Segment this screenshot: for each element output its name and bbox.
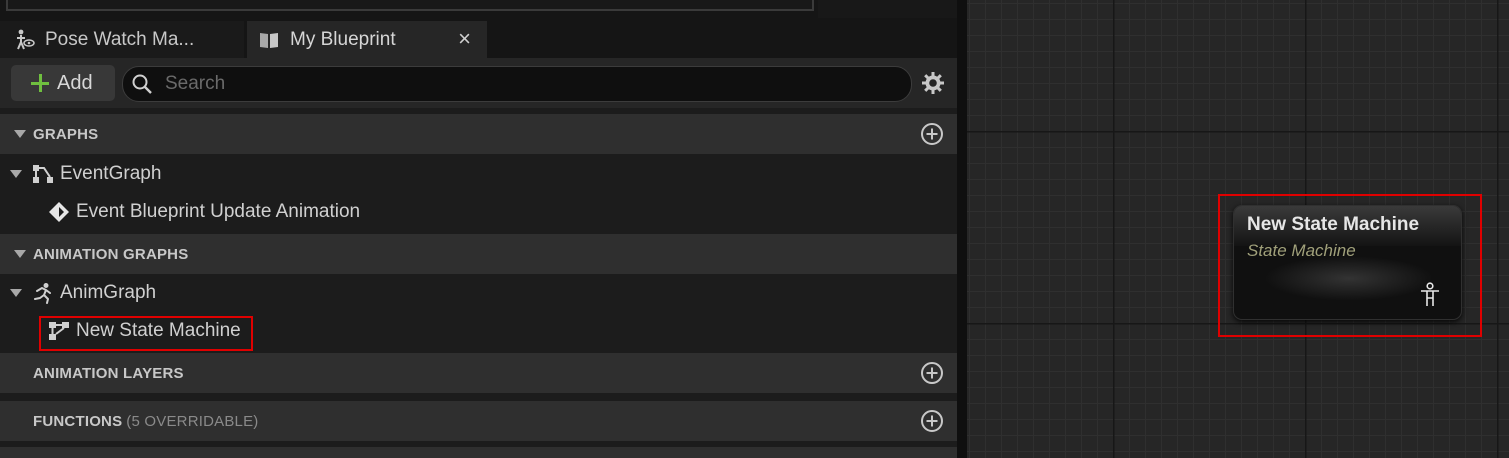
section-functions-suffix: (5 OVERRIDABLE) [126, 412, 259, 430]
highlight-box-tree-item [39, 316, 253, 351]
event-diamond-icon [48, 201, 70, 223]
section-animation-layers-title: ANIMATION LAYERS [33, 364, 184, 382]
tree-item-event-update-label: Event Blueprint Update Animation [76, 201, 361, 222]
search-icon [131, 73, 153, 95]
section-animation-layers[interactable]: ANIMATION LAYERS [0, 353, 957, 393]
my-blueprint-panel: Pose Watch Ma... My Blueprint × Add Sear… [0, 0, 957, 458]
running-figure-icon [32, 282, 54, 304]
expand-caret-icon [10, 289, 22, 297]
add-button[interactable]: Add [11, 65, 115, 101]
toolbar: Add [0, 58, 957, 108]
pose-watch-icon [12, 28, 36, 52]
section-graphs-title: GRAPHS [33, 125, 99, 143]
tab-my-blueprint-label: My Blueprint [290, 28, 396, 50]
gear-icon[interactable] [920, 70, 946, 96]
section-graphs[interactable]: GRAPHS [0, 114, 957, 154]
plus-icon [31, 74, 49, 92]
panel-divider[interactable] [957, 0, 967, 458]
add-graph-icon[interactable] [920, 122, 944, 146]
section-functions-title: FUNCTIONS [33, 412, 123, 430]
top-strip [0, 0, 957, 18]
close-icon[interactable]: × [458, 28, 471, 50]
highlight-box-graph-node [1218, 194, 1482, 337]
section-animation-graphs-title: ANIMATION GRAPHS [33, 245, 189, 263]
search-box [122, 66, 912, 102]
book-icon [257, 28, 281, 52]
add-button-label: Add [57, 71, 93, 94]
collapse-caret-icon [14, 250, 26, 258]
upper-panel-edge [6, 0, 814, 11]
tree-item-eventgraph-label: EventGraph [60, 163, 162, 184]
tree-item-eventgraph[interactable]: EventGraph [0, 155, 957, 193]
section-functions[interactable]: FUNCTIONS (5 OVERRIDABLE) [0, 401, 957, 441]
tab-my-blueprint[interactable]: My Blueprint × [247, 21, 487, 58]
search-input[interactable] [163, 72, 867, 96]
add-layer-icon[interactable] [920, 361, 944, 385]
upper-panel-corner [818, 0, 957, 18]
add-function-icon[interactable] [920, 409, 944, 433]
event-graph-icon [32, 163, 54, 185]
section-animation-graphs[interactable]: ANIMATION GRAPHS [0, 234, 957, 274]
collapse-caret-icon [14, 130, 26, 138]
tree-item-animgraph[interactable]: AnimGraph [0, 274, 957, 312]
tab-pose-watch-label: Pose Watch Ma... [45, 28, 195, 50]
tab-pose-watch[interactable]: Pose Watch Ma... [0, 21, 244, 58]
blueprint-editor: Pose Watch Ma... My Blueprint × Add Sear… [0, 0, 1509, 458]
expand-caret-icon [10, 170, 22, 178]
tree-item-event-update[interactable]: Event Blueprint Update Animation [0, 193, 957, 231]
tree-item-animgraph-label: AnimGraph [60, 282, 157, 303]
tab-bar: Pose Watch Ma... My Blueprint × [0, 18, 957, 58]
section-next-partial [0, 447, 957, 458]
